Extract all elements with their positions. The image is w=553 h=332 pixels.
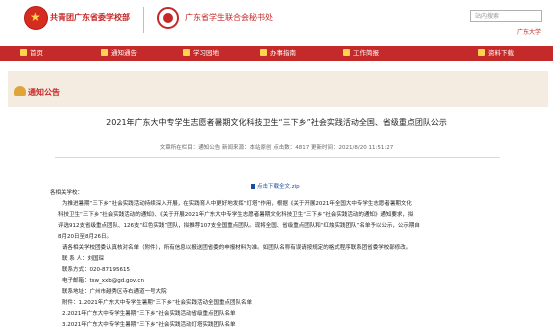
attachment-link[interactable]: 点击下载全文.zip — [251, 182, 300, 190]
search-input[interactable]: 站内搜索 — [470, 10, 542, 22]
nav-item-home[interactable]: 首页 — [20, 46, 43, 61]
nav-item-briefing[interactable]: 工作简报 — [343, 46, 379, 61]
salutation: 各相关学校： — [50, 190, 84, 196]
notice-icon — [101, 49, 108, 56]
org1-title[interactable]: 共青团广东省委学校部 — [50, 12, 130, 23]
body-paragraph: 8月20日至8月26日。 — [58, 234, 112, 240]
contact-phone: 联系方式：020-87195615 — [62, 267, 130, 273]
file-icon — [251, 184, 255, 189]
section-banner — [8, 71, 548, 107]
guide-icon — [260, 49, 267, 56]
body-paragraph: 评选912支省级重点团队、126支“红色实践”团队，拟推荐107支全国重点团队。… — [58, 223, 420, 229]
contact-person: 联 系 人：刘国琛 — [62, 256, 104, 262]
contact-address: 联系地址：广州市越秀区寺右通道一号大院 — [62, 289, 167, 295]
section-title: 通知公告 — [28, 88, 60, 97]
download-icon — [478, 49, 485, 56]
body-paragraph: 科技卫生“三下乡”社会实践活动的通知》、《关于开展2021年广东大中专学生志愿者… — [58, 212, 414, 218]
study-icon — [183, 49, 190, 56]
nav-gap — [0, 61, 553, 71]
body-paragraph: 请各相关学校团委认真核对名单（附件），所有信息以报送团省委的申报材料为准。如团队… — [62, 245, 412, 251]
nav-item-guide[interactable]: 办事指南 — [260, 46, 296, 61]
attachment-item[interactable]: 3.2021年广东大中专学生暑期“三下乡”社会实践活动灯塔实践团队名单 — [62, 320, 235, 328]
main-nav: 首页 通知通告 学习园地 办事指南 工作简报 资料下载 — [0, 46, 553, 61]
attachment-item[interactable]: 2.2021年广东大中专学生暑期“三下乡”社会实践活动省级重点团队名单 — [62, 309, 235, 317]
body-paragraph: 为推进暑期“三下乡”社会实践活动持续深入开展，在实践育人中更好地发挥“灯塔”作用… — [62, 201, 412, 207]
header-right-link[interactable]: 广东大学 — [517, 27, 541, 36]
divider-line — [55, 157, 500, 158]
attachment-item[interactable]: 附件：1.2021年广东大中专学生暑期“三下乡”社会实践活动全国重点团队名单 — [62, 298, 252, 306]
nav-item-notices[interactable]: 通知通告 — [101, 46, 137, 61]
nav-item-downloads[interactable]: 资料下载 — [478, 46, 514, 61]
star-icon: ★ — [30, 10, 41, 24]
home-icon — [20, 49, 27, 56]
nav-item-study[interactable]: 学习园地 — [183, 46, 219, 61]
article-title: 2021年广东大中专学生志愿者暑期文化科技卫生“三下乡”社会实践活动全国、省级重… — [106, 118, 447, 127]
youth-league-logo: ★ — [24, 6, 48, 30]
site-header: ★ 共青团广东省委学校部 广东省学生联合会秘书处 站内搜索 广东大学 — [0, 0, 553, 46]
bell-icon — [14, 86, 26, 96]
contact-email: 电子邮箱：tsw_xxb@gd.gov.cn — [62, 278, 144, 284]
article-meta: 文章所在栏目：通知公告 新闻来源：本站原创 点击数：4817 更新时间：2021… — [159, 145, 394, 151]
org2-title[interactable]: 广东省学生联合会秘书处 — [185, 12, 273, 23]
header-divider — [143, 7, 144, 33]
student-union-logo — [157, 7, 179, 29]
briefing-icon — [343, 49, 350, 56]
